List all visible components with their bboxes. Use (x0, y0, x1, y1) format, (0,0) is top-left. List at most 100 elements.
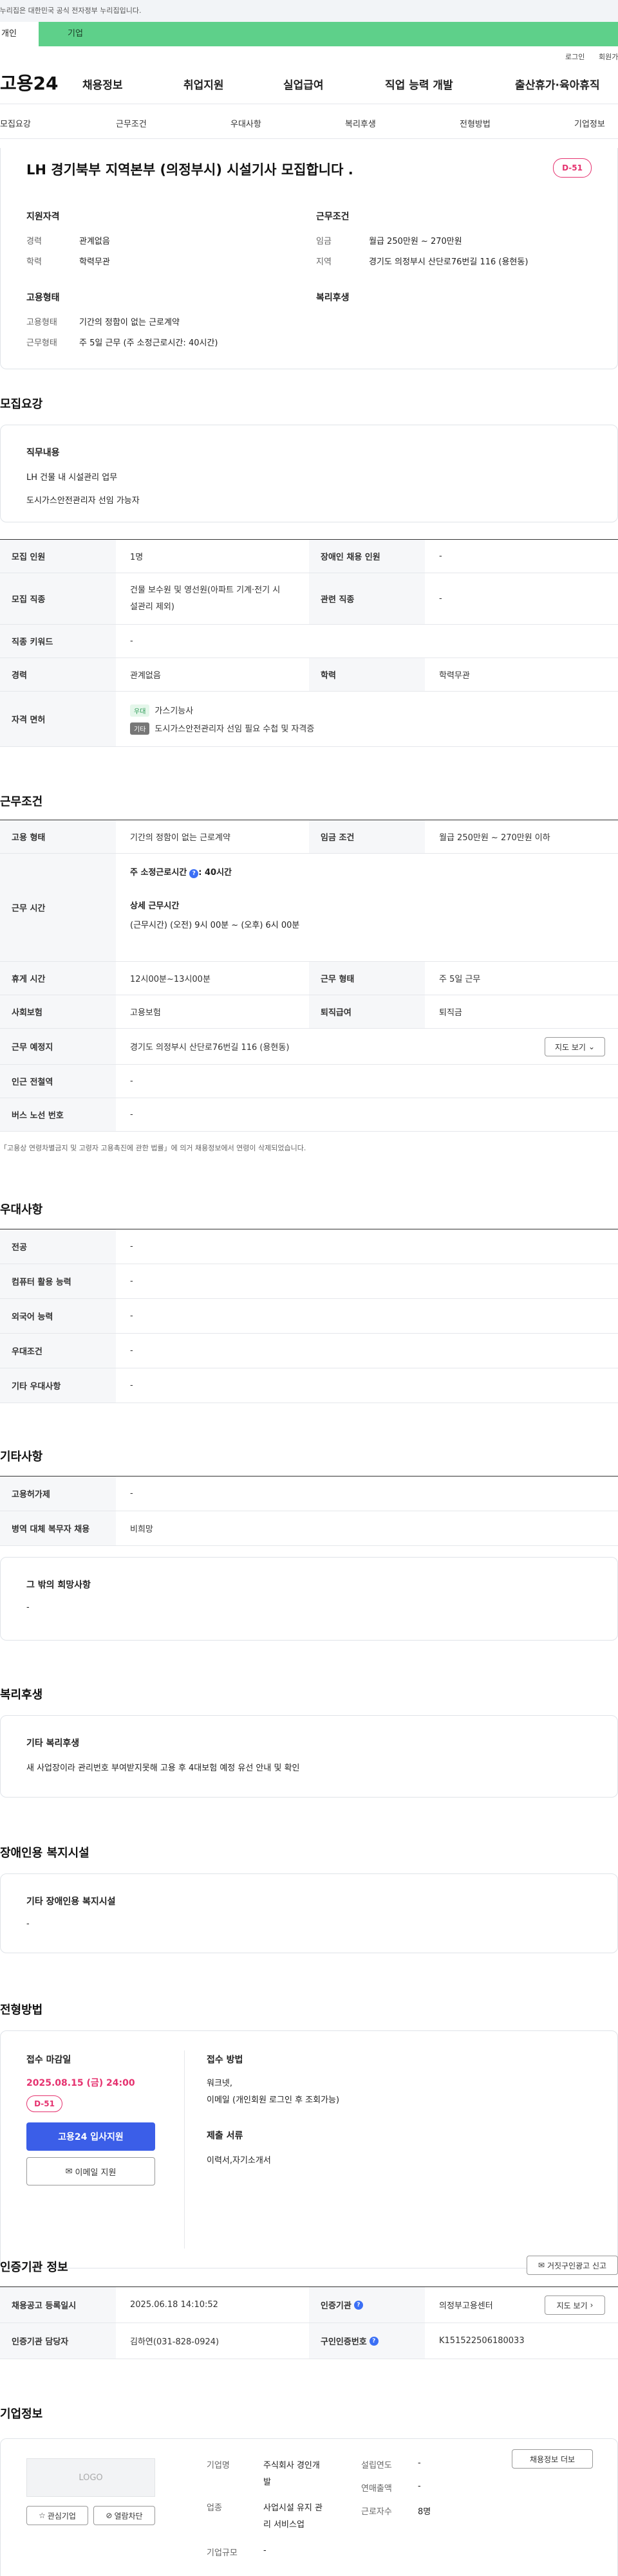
block-button[interactable]: ⊘ 열람차단 (93, 2506, 155, 2525)
row-value: 1명 (130, 553, 144, 562)
section-conditions: 근무조건 (316, 212, 350, 222)
company-name-line-2: 발 (263, 2478, 271, 2487)
license-item: 우대 가스기능사 (130, 704, 193, 717)
tab-company[interactable]: 기업 (68, 22, 83, 46)
disability-card: 기타 장애인용 복지시설 - (0, 1873, 618, 1953)
industry-line-2: 리 서비스업 (263, 2520, 304, 2530)
method-line-2: 이메일 (개인회원 로그인 후 조회가능) (207, 2095, 340, 2105)
dday-badge: D-51 (553, 158, 592, 178)
row-label: 퇴직급여 (309, 995, 425, 1028)
section-employment: 고용형태 (26, 293, 60, 303)
founded-label: 설립연도 (361, 2461, 392, 2470)
table-row: 경력 관계없음 학력 학력무관 (0, 658, 618, 692)
apply-button[interactable]: 고용24 입사지원 (26, 2122, 155, 2151)
site-logo[interactable]: 고용24 (0, 69, 59, 95)
join-link[interactable]: 회원가입 (599, 51, 618, 62)
tab-apply-method[interactable]: 전형방법 (460, 117, 491, 129)
section-tabs: 모집요강 근무조건 우대사항 복리후생 전형방법 기업정보 (0, 104, 618, 139)
row-label: 휴게 시간 (0, 962, 116, 995)
mail-icon: ✉ (65, 2166, 73, 2176)
row-label: 고용 형태 (0, 820, 116, 853)
table-row: 고용 형태 기간의 정함이 없는 근로계약 임금 조건 월급 250만원 ~ 2… (0, 820, 618, 854)
help-icon[interactable]: ? (369, 2336, 379, 2346)
table-row: 근무 시간 주 소정근로시간?: 40시간 상세 근무시간 (근무시간) (오전… (0, 854, 618, 962)
row-value: 기간의 정함이 없는 근로계약 (130, 833, 230, 843)
etc-title: 기타사항 (0, 1450, 43, 1464)
table-row: 모집 직종 건물 보수원 및 영선원(아파트 기계·전기 시 설관리 제외) 관련… (0, 573, 618, 625)
row-value: 건물 보수원 및 영선원(아파트 기계·전기 시 설관리 제외) (130, 573, 280, 624)
row-label: 외국어 능력 (0, 1299, 116, 1333)
fav-company-button[interactable]: ☆ 관심기업 (26, 2506, 88, 2525)
company-card: LOGO ☆ 관심기업 ⊘ 열람차단 기업명 주식회사 경인개 발 설립연도 - 연… (0, 2438, 618, 2576)
gov-banner: 이 누리집은 대한민국 공식 전자정부 누리집입니다. (0, 0, 618, 22)
chevron-right-icon: › (590, 2301, 594, 2310)
emp-type-label: 고용형태 (26, 318, 57, 327)
tab-recruit[interactable]: 모집요강 (0, 117, 31, 129)
apply-card: 접수 마감일 2025.08.15 (금) 24:00 D-51 고용24 입사… (0, 2030, 618, 2268)
row-value: 주 5일 근무 (439, 975, 481, 984)
row-label: 임금 조건 (309, 820, 425, 853)
tab-personal[interactable]: 개인 (0, 22, 39, 46)
row-value: - (130, 1110, 133, 1119)
job-summary-card: LH 경기북부 지역본부 (의정부시) 시설기사 모집합니다 . D-51 지원… (0, 148, 618, 369)
row-value: 비희망 (130, 1525, 153, 1534)
row-value: - (130, 636, 133, 646)
row-label: 모집 직종 (0, 573, 116, 624)
utility-bar: 로그인 회원가입 (0, 46, 618, 63)
other-wishes-heading: 그 밖의 희망사항 (26, 1580, 91, 1590)
row-value: - (130, 1076, 133, 1086)
map-button-label: 지도 보기 (554, 1042, 586, 1052)
method-heading: 접수 방법 (207, 2055, 243, 2065)
map-button[interactable]: 지도 보기 › (545, 2295, 605, 2315)
welfare-title: 복리후생 (0, 1688, 43, 1702)
recruit-title: 모집요강 (0, 398, 43, 411)
more-jobs-button[interactable]: 채용정보 더보 (512, 2449, 593, 2469)
megaphone-icon: ✉ (538, 2261, 545, 2270)
gnb-item-training[interactable]: 직업 능력 개발 (385, 76, 453, 92)
email-apply-button[interactable]: ✉ 이메일 지원 (26, 2157, 155, 2185)
sales-label: 연매출액 (361, 2484, 392, 2494)
industry-line-1: 사업시설 유지 관 (263, 2503, 323, 2513)
badge-preferred: 우대 (130, 704, 150, 717)
row-label: 인증기관? (309, 2287, 425, 2323)
welfare-heading: 기타 복리후생 (26, 1738, 80, 1749)
company-logo: LOGO (26, 2458, 155, 2497)
row-value: 경기도 의정부시 산단로76번길 116 (용현동) (130, 1043, 290, 1053)
map-button[interactable]: 지도 보기 ⌄ (545, 1037, 605, 1056)
gnb-item-jobs[interactable]: 채용정보 (82, 76, 123, 92)
help-icon[interactable]: ? (353, 2300, 363, 2310)
email-apply-label: 이메일 지원 (75, 2167, 117, 2178)
company-name-line-1: 주식회사 경인개 (263, 2461, 320, 2470)
gnb-item-support[interactable]: 취업지원 (183, 76, 224, 92)
row-value: - (130, 1242, 133, 1251)
gnb-item-leave[interactable]: 출산휴가·육아휴직 (515, 76, 600, 92)
tab-conditions[interactable]: 근무조건 (116, 117, 147, 129)
row-label: 관련 직종 (309, 573, 425, 624)
apply-title: 전형방법 (0, 2003, 43, 2017)
row-label: 장애인 채용 인원 (309, 540, 425, 573)
row-label: 채용공고 등록일시 (0, 2287, 116, 2323)
badge-other: 기타 (130, 722, 150, 735)
tab-preference[interactable]: 우대사항 (230, 117, 261, 129)
help-icon[interactable]: ? (189, 869, 199, 878)
tab-welfare[interactable]: 복리후생 (345, 117, 376, 129)
row-value: 의정부고용센터 (439, 2301, 493, 2311)
table-row: 전공 - (0, 1229, 618, 1264)
weekly-hours-label: 주 소정근로시간 (130, 868, 187, 878)
report-button[interactable]: ✉ 거짓구인광고 신고 (527, 2256, 618, 2275)
row-label: 경력 (0, 658, 116, 691)
row-label: 버스 노선 번호 (0, 1098, 116, 1131)
row-label: 인근 전철역 (0, 1065, 116, 1098)
docs-value: 이력서,자기소개서 (207, 2156, 271, 2166)
row-label: 병역 대체 복무자 채용 (0, 1511, 116, 1545)
login-link[interactable]: 로그인 (565, 51, 585, 62)
table-row: 휴게 시간 12시00분~13시00분 근무 형태 주 5일 근무 (0, 962, 618, 995)
user-type-bar: 개인 기업 (0, 22, 618, 46)
row-value: - (439, 594, 442, 603)
gnb-item-unemployment[interactable]: 실업급여 (283, 76, 324, 92)
tab-company[interactable]: 기업정보 (574, 117, 605, 129)
row-label: 모집 인원 (0, 540, 116, 573)
welfare-card: 기타 복리후생 새 사업장이라 관리번호 부여받지못해 고용 후 4대보험 예정… (0, 1715, 618, 1798)
row-value: 퇴직금 (439, 1008, 462, 1018)
company-name-label: 기업명 (207, 2461, 230, 2470)
